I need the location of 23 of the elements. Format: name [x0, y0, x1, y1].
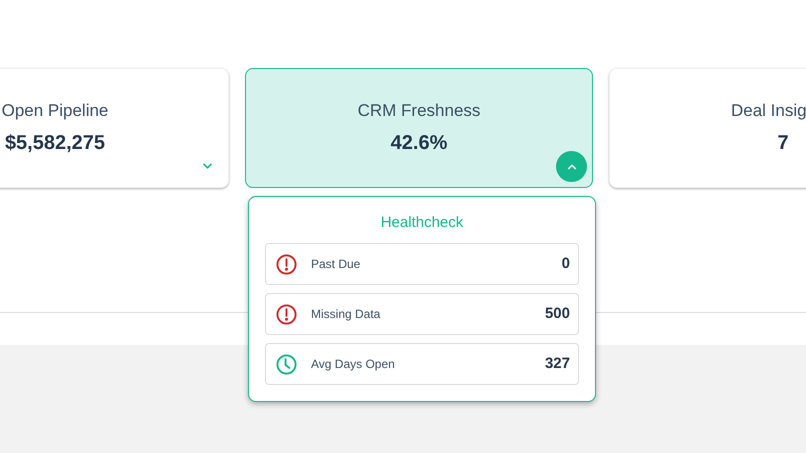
clock-icon	[276, 354, 297, 374]
row-value: 500	[544, 304, 570, 324]
collapse-button[interactable]	[556, 151, 587, 182]
row-value: 0	[562, 254, 570, 274]
card-title: Open Pipeline	[2, 101, 108, 121]
popover-title: Healthcheck	[380, 213, 464, 233]
metric-card[interactable]: CRM Freshness 42.6%	[245, 68, 593, 188]
row-label: Past Due	[311, 256, 360, 273]
alert-icon	[276, 304, 297, 324]
row-value: 327	[544, 354, 570, 374]
chevron-up-icon	[566, 163, 576, 170]
metric-card[interactable]: Deal Insig 7	[609, 68, 806, 188]
card-title: Deal Insig	[731, 101, 806, 121]
row-label: Missing Data	[311, 306, 380, 323]
chevron-down-icon	[202, 162, 212, 170]
alert-icon	[276, 254, 297, 274]
card-value: 42.6%	[390, 131, 448, 155]
expand-button[interactable]	[200, 161, 214, 171]
metric-card[interactable]: Open Pipeline $5,582,275	[0, 68, 229, 188]
card-value: 7	[777, 131, 789, 155]
card-title: CRM Freshness	[358, 101, 480, 121]
card-value: $5,582,275	[4, 131, 106, 155]
row-label: Avg Days Open	[311, 356, 395, 373]
